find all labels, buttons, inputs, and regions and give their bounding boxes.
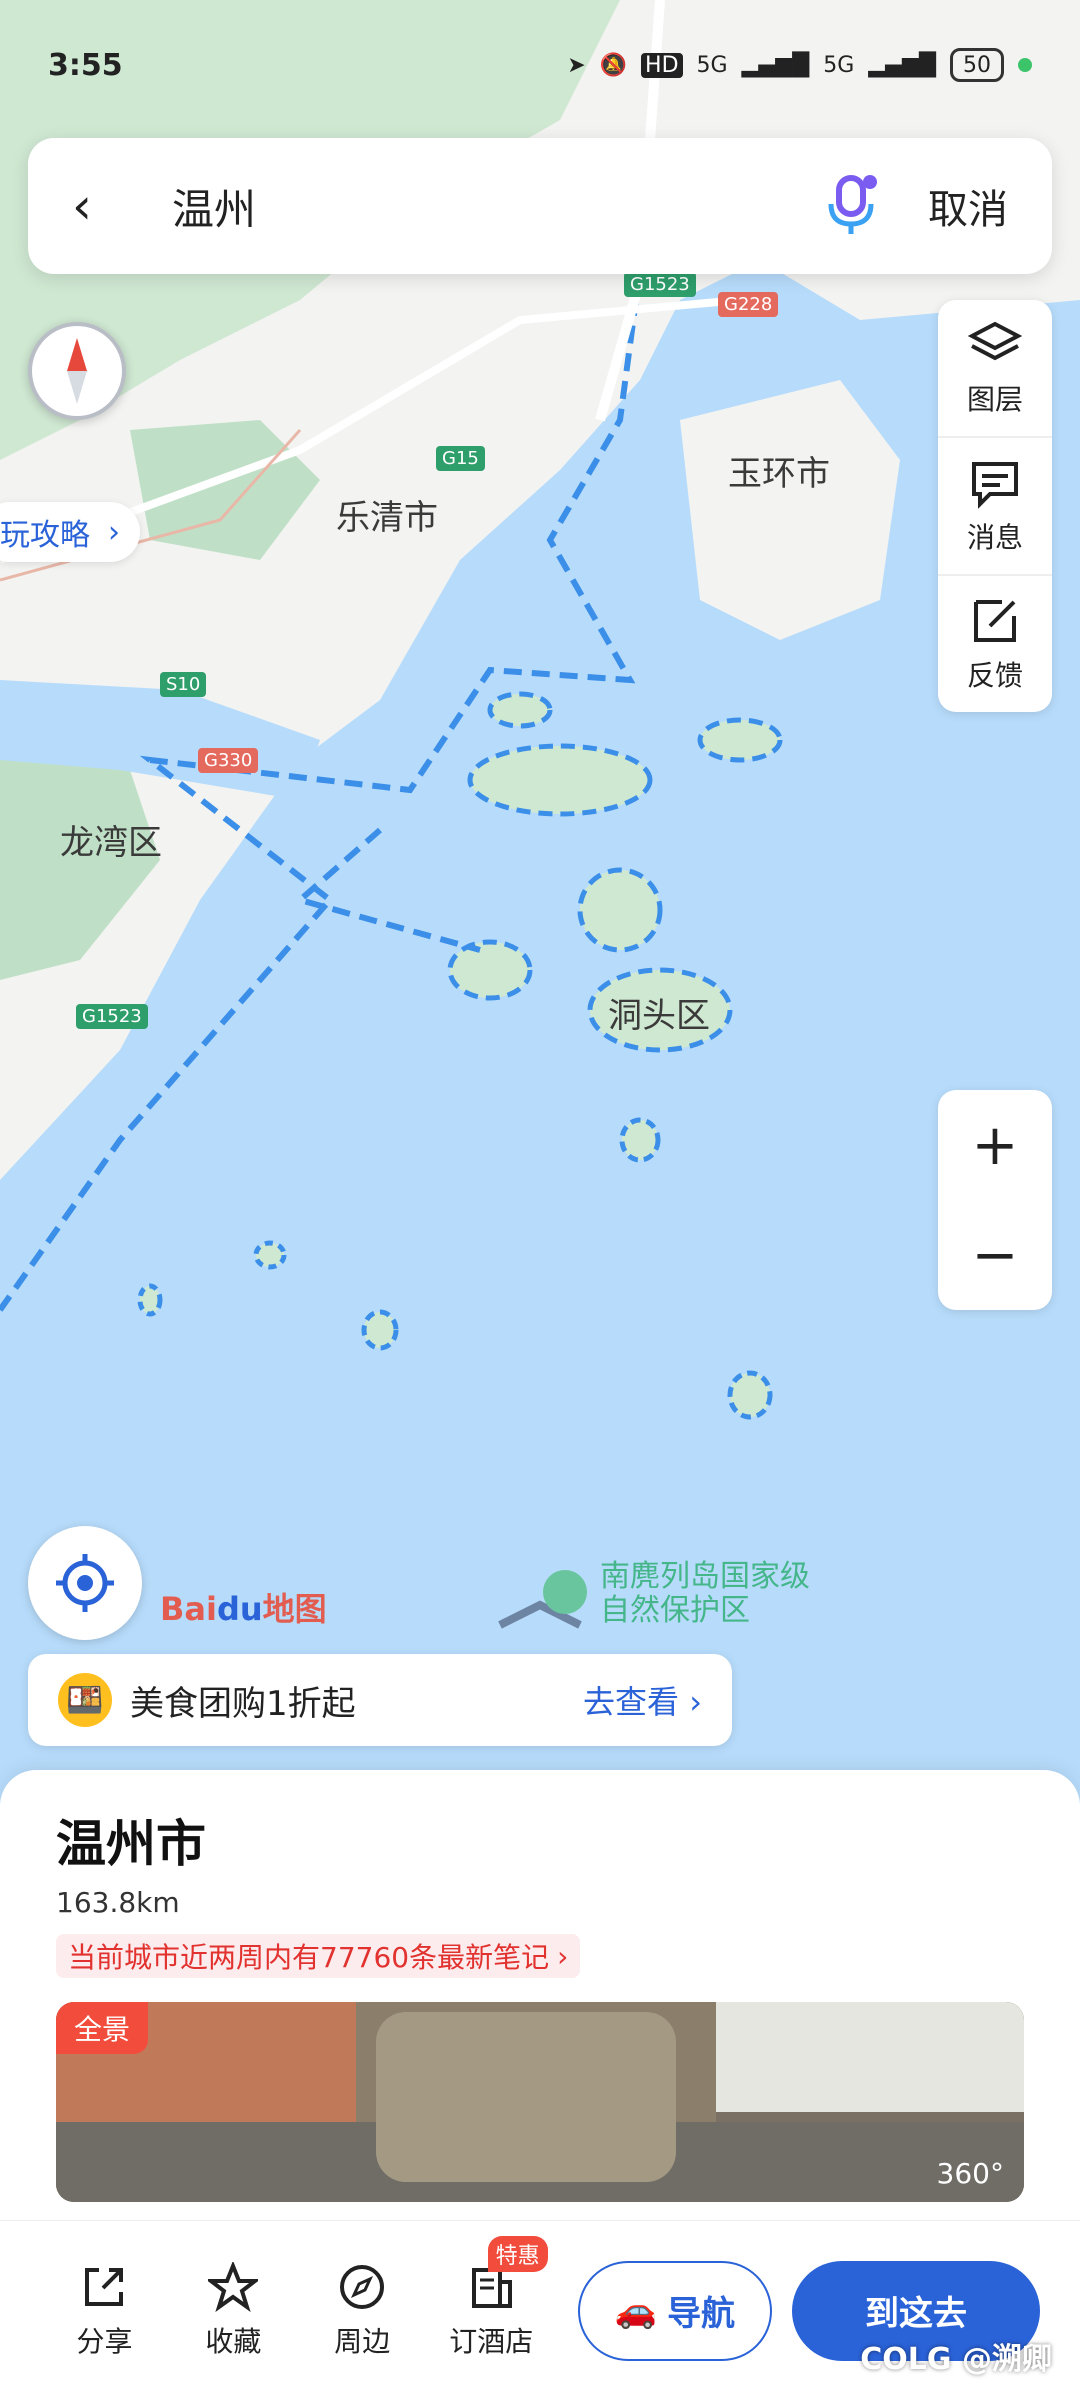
hotel-badge: 特惠 (487, 2235, 548, 2272)
map-label-longwan[interactable]: 龙湾区 (60, 815, 162, 864)
promo-bar[interactable]: 🍱 美食团购1折起 去查看 › (28, 1654, 732, 1746)
map-label-reserve[interactable]: 南麂列岛国家级 自然保护区 (600, 1560, 810, 1628)
navigate-label: 导航 (667, 2294, 736, 2334)
layers-label: 图层 (966, 383, 1023, 416)
share-button[interactable]: 分享 (40, 2262, 169, 2360)
baidu-logo-map: 地图 (262, 1590, 327, 1628)
battery-icon: 50 (950, 48, 1004, 82)
chevron-right-icon: › (108, 514, 120, 550)
crosshair-icon (56, 1554, 114, 1612)
promo-link[interactable]: 去查看 › (583, 1677, 702, 1723)
road-badge-g228: G228 (718, 292, 779, 317)
food-icon: 🍱 (58, 1673, 112, 1727)
hd-icon: HD (641, 52, 683, 78)
map-label-dongtou[interactable]: 洞头区 (608, 988, 710, 1037)
navigate-button[interactable]: 🚗 导航 (577, 2260, 773, 2361)
back-icon[interactable]: ‹ (72, 177, 132, 235)
zoom-in-button[interactable]: + (938, 1090, 1052, 1200)
notes-banner[interactable]: 当前城市近两周内有77760条最新笔记 › (56, 1934, 581, 1978)
share-icon (85, 2267, 124, 2306)
status-time: 3:55 (48, 47, 123, 83)
signal-icon: ▂▄▆█ (741, 52, 810, 78)
favorite-button[interactable]: 收藏 (169, 2261, 298, 2360)
panorama-360-icon: 360° (936, 2157, 1004, 2190)
messages-label: 消息 (966, 521, 1023, 554)
panorama-badge: 全景 (56, 2002, 149, 2054)
map-label-yueqing[interactable]: 乐清市 (336, 490, 438, 539)
baidu-map-logo: Baidu地图 (160, 1584, 327, 1630)
hotel-button[interactable]: 特惠 订酒店 (427, 2235, 556, 2360)
edit-icon (974, 600, 1016, 642)
cancel-button[interactable]: 取消 (928, 177, 1008, 235)
promo-text: 美食团购1折起 (130, 1683, 356, 1724)
bell-muted-icon: 🔕 (599, 52, 628, 78)
watermark: COLG @溯卿 (860, 2342, 1052, 2377)
nearby-label: 周边 (334, 2324, 391, 2358)
panorama-image[interactable]: 全景 360° (56, 2002, 1024, 2202)
compass-nearby-icon (340, 2264, 385, 2309)
nearby-button[interactable]: 周边 (298, 2262, 427, 2360)
chevron-right-icon: › (689, 1683, 702, 1721)
search-query[interactable]: 温州 (172, 176, 256, 237)
signal-icon-2: ▂▄▆█ (868, 52, 936, 78)
map-tools-panel: 图层 消息 反馈 (938, 300, 1052, 712)
road-badge-g15: G15 (436, 446, 485, 471)
strategy-label: 玩攻略 (0, 518, 90, 553)
messages-button[interactable]: 消息 (938, 438, 1052, 576)
battery-level: 50 (963, 52, 991, 78)
status-bar: 3:55 ➤ 🔕 HD 5G ▂▄▆█ 5G ▂▄▆█ 50 (0, 0, 1080, 130)
compass-button[interactable] (28, 322, 126, 420)
privacy-indicator-dot (1018, 58, 1032, 72)
search-bar[interactable]: ‹ 温州 取消 (28, 138, 1052, 274)
promo-link-label: 去查看 (583, 1683, 680, 1721)
reserve-label-line1: 南麂列岛国家级 (600, 1559, 810, 1594)
star-icon (208, 2261, 259, 2312)
network-5g-1: 5G (696, 52, 728, 78)
hotel-label: 订酒店 (449, 2324, 534, 2358)
zoom-controls: + − (938, 1090, 1052, 1310)
favorite-label: 收藏 (205, 2324, 262, 2358)
car-icon: 🚗 (614, 2290, 658, 2331)
microphone-icon[interactable] (824, 174, 878, 238)
place-distance: 163.8km (56, 1886, 180, 1919)
map-label-yuhuan[interactable]: 玉环市 (728, 446, 830, 495)
strategy-pill[interactable]: 玩攻略 › (0, 502, 140, 562)
zoom-out-button[interactable]: − (938, 1200, 1052, 1310)
network-5g-2: 5G (823, 52, 855, 78)
feedback-button[interactable]: 反馈 (938, 576, 1052, 712)
road-badge-g1523: G1523 (624, 272, 696, 297)
place-title: 温州市 (56, 1815, 206, 1873)
layers-button[interactable]: 图层 (938, 300, 1052, 438)
feedback-label: 反馈 (966, 659, 1023, 692)
notes-text: 当前城市近两周内有77760条最新笔记 (68, 1941, 550, 1974)
message-icon (972, 462, 1018, 509)
road-badge-g330: G330 (198, 748, 259, 773)
status-icons: ➤ 🔕 HD 5G ▂▄▆█ 5G ▂▄▆█ 50 (567, 48, 1032, 82)
panorama-photo (56, 2002, 1024, 2202)
road-badge-s10: S10 (160, 672, 207, 697)
compass-icon (67, 338, 87, 404)
layers-icon (968, 321, 1022, 361)
share-label: 分享 (76, 2324, 133, 2358)
map-screen: 乐清市 玉环市 龙湾区 洞头区 南麂列岛国家级 自然保护区 G1523 G228… (0, 0, 1080, 2400)
road-badge-g1523-left: G1523 (76, 1004, 148, 1029)
reserve-label-line2: 自然保护区 (600, 1593, 750, 1628)
location-arrow-icon: ➤ (567, 52, 586, 78)
baidu-logo-du: du (216, 1590, 263, 1628)
chevron-right-icon: › (557, 1939, 569, 1973)
baidu-logo-bai: Bai (160, 1590, 217, 1628)
locate-button[interactable] (28, 1526, 142, 1640)
